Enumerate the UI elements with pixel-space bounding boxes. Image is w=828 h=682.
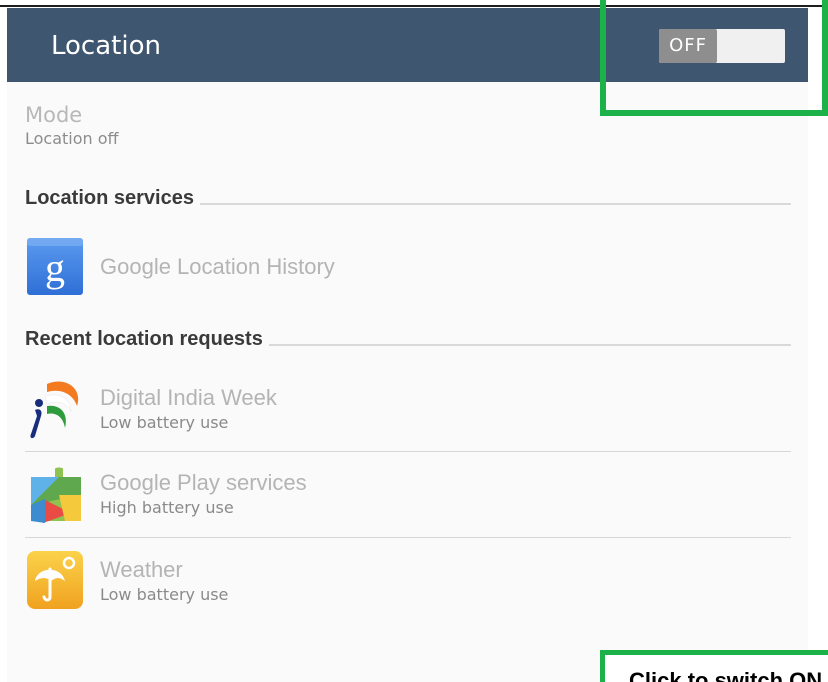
- list-item-digital-india-week[interactable]: Digital India Week Low battery use: [25, 372, 791, 452]
- row-subtitle: High battery use: [100, 498, 234, 517]
- list-item-google-play-services[interactable]: Google Play services High battery use: [25, 457, 791, 539]
- toggle-off-label: OFF: [659, 29, 717, 63]
- callout-text: Click to switch ON: [629, 668, 823, 682]
- row-divider: [25, 537, 791, 538]
- row-divider: [25, 451, 791, 452]
- row-subtitle: Low battery use: [100, 585, 229, 604]
- row-title: Digital India Week: [100, 385, 277, 410]
- screen: Location OFF Mode Location off Location …: [0, 0, 828, 682]
- app-bar: Location OFF: [7, 8, 808, 82]
- section-recent-requests: Recent location requests: [25, 324, 791, 354]
- digital-india-icon: [25, 376, 85, 439]
- mode-title: Mode: [25, 103, 83, 127]
- section-header-location-services: Location services: [25, 183, 200, 213]
- row-title: Google Location History: [100, 254, 335, 279]
- list-item-google-location-history[interactable]: g Google Location History: [25, 237, 791, 297]
- mode-preference[interactable]: Mode Location off: [25, 102, 119, 150]
- row-subtitle: Low battery use: [100, 413, 229, 432]
- section-location-services: Location services: [25, 183, 791, 213]
- row-title: Google Play services: [100, 470, 307, 495]
- page-title: Location: [51, 31, 161, 61]
- google-play-services-icon: [25, 465, 85, 525]
- row-title: Weather: [100, 557, 183, 582]
- list-item-weather[interactable]: Weather Low battery use: [25, 544, 791, 624]
- annotation-callout: Click to switch ON: [600, 650, 828, 682]
- section-header-recent-requests: Recent location requests: [25, 324, 269, 354]
- row-text: Weather Low battery use: [100, 556, 228, 606]
- row-text: Google Location History: [100, 253, 335, 281]
- row-text: Google Play services High battery use: [100, 469, 307, 519]
- row-text: Digital India Week Low battery use: [100, 384, 277, 434]
- weather-umbrella-icon: [25, 549, 85, 609]
- settings-content: Mode Location off Location services g Go…: [7, 82, 808, 682]
- toggle-highlight-right-edge: [822, 0, 828, 116]
- location-toggle[interactable]: OFF: [659, 29, 785, 63]
- svg-text:g: g: [45, 245, 65, 290]
- google-g-icon: g: [25, 237, 85, 297]
- top-rule: [0, 5, 828, 7]
- mode-summary: Location off: [25, 129, 119, 148]
